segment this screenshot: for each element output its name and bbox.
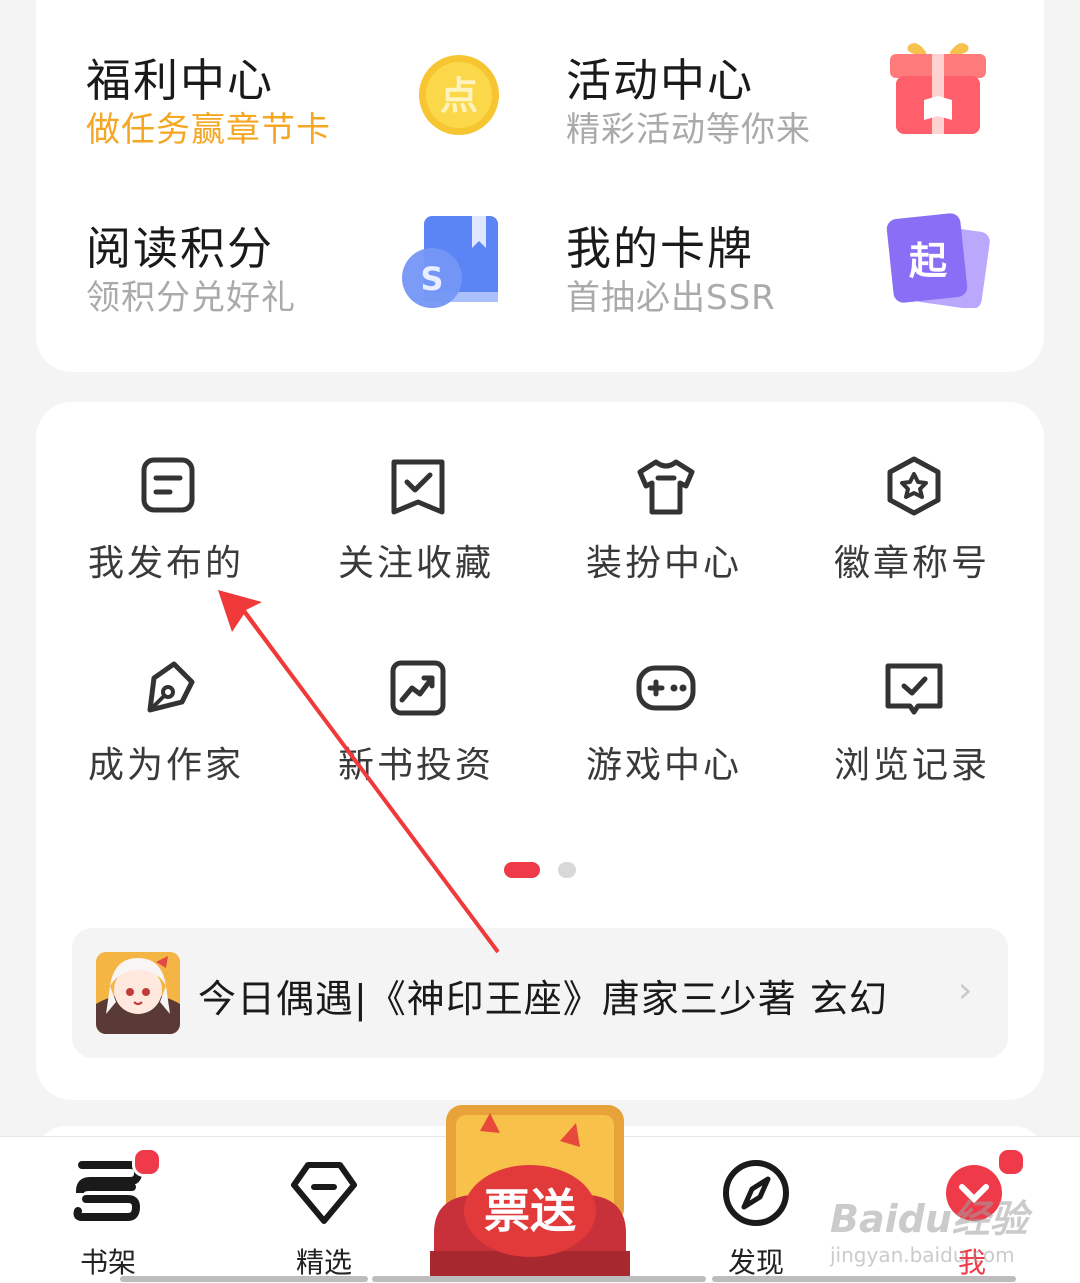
tab-promo[interactable]: 票送 — [430, 1103, 630, 1283]
promo-text: 票送 — [484, 1184, 576, 1238]
tab-bookshelf[interactable]: 书架 — [28, 1137, 188, 1283]
tab-discover[interactable]: 发现 — [676, 1137, 836, 1283]
tab-label: 发现 — [727, 1246, 784, 1279]
scroll-strip — [120, 1276, 368, 1282]
tab-label: 精选 — [295, 1246, 352, 1279]
compass-icon — [723, 1160, 789, 1226]
scroll-strip — [712, 1276, 1016, 1282]
diamond-icon — [291, 1162, 357, 1224]
notification-dot — [132, 1147, 162, 1177]
watermark-title: Baidu经验 — [830, 1197, 1028, 1241]
tab-label: 书架 — [79, 1246, 136, 1279]
promo-ticket-icon: 票送 — [430, 1105, 630, 1279]
notification-dot — [996, 1147, 1026, 1177]
watermark-url: jingyan.baidu.com — [830, 1243, 1015, 1267]
annotation-arrow — [218, 590, 500, 954]
tab-featured[interactable]: 精选 — [244, 1137, 404, 1283]
scroll-strip — [372, 1276, 706, 1282]
watermark: Baidu经验 jingyan.baidu.com — [830, 1188, 1028, 1267]
